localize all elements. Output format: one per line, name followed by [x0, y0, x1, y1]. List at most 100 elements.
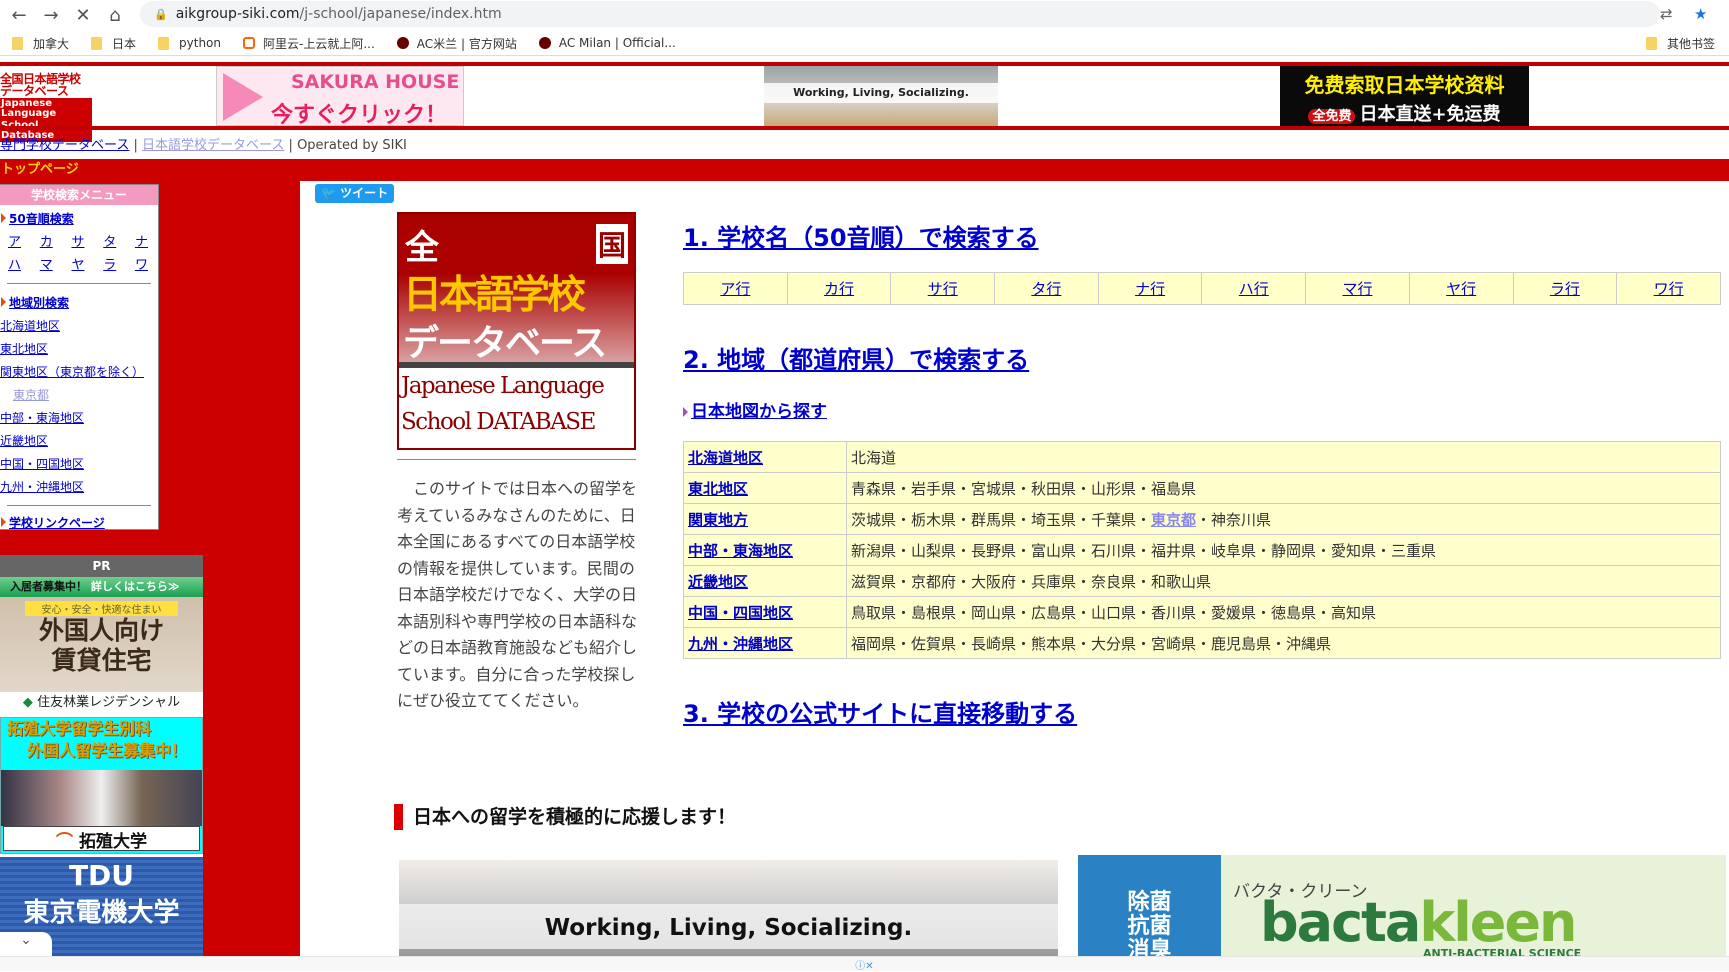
- official-sites-heading[interactable]: 3. 学校の公式サイトに直接移動する: [683, 694, 1077, 729]
- japanese-db-link[interactable]: 日本語学校データベース: [142, 138, 284, 153]
- divider: [397, 459, 636, 460]
- ad1-more: 詳しくはこちら≫: [90, 580, 180, 593]
- region-link[interactable]: 近畿地区: [688, 573, 748, 591]
- logo-en1: Japanese Language: [401, 373, 605, 399]
- folder-icon: [158, 36, 170, 50]
- kana-row-link[interactable]: カ行: [824, 280, 854, 298]
- pr-box: PR 入居者募集中！ 詳しくはこちら≫ 安心・安全・快適な住まい 外国人向け 賃…: [0, 555, 203, 957]
- chevron-down-icon[interactable]: ⌄: [0, 932, 52, 956]
- table-row: 北海道地区 北海道: [683, 441, 1721, 473]
- region-link[interactable]: 東北地区: [688, 480, 748, 498]
- rental-housing-ad[interactable]: 入居者募集中！ 詳しくはこちら≫ 安心・安全・快適な住まい 外国人向け 賃貸住宅…: [0, 577, 203, 714]
- sidebar-region-chubu[interactable]: 中部・東海地区: [0, 409, 158, 426]
- region-link[interactable]: 北海道地区: [688, 449, 763, 467]
- sidebar-region-kyushu[interactable]: 九州・沖縄地区: [0, 478, 158, 495]
- kana-link[interactable]: サ: [71, 231, 84, 250]
- search-by-name-heading[interactable]: 1. 学校名（50音順）で検索する: [683, 218, 1039, 253]
- sidebar-region-kanto[interactable]: 関東地区（東京都を除く）: [0, 363, 158, 380]
- kana-link[interactable]: ワ: [135, 254, 148, 273]
- prefecture-list: 新潟県・山梨県・長野県・富山県・石川県・福井県・岐阜県・静岡県・愛知県・三重県: [846, 534, 1721, 566]
- kana-row-link[interactable]: ナ行: [1135, 280, 1165, 298]
- home-icon[interactable]: ⌂: [102, 5, 128, 26]
- kana-row-link[interactable]: ア行: [720, 280, 750, 298]
- bookmark-label: 其他书签: [1666, 36, 1715, 51]
- bactakleen-banner[interactable]: 除菌 抗菌 消臭 バクタ・クリーン bactakleen ANTI-BACTERIA…: [1078, 855, 1726, 956]
- table-row: 九州・沖縄地区 福岡県・佐賀県・長崎県・熊本県・大分県・宮崎県・鹿児島県・沖縄県: [683, 627, 1721, 659]
- kana-row-link[interactable]: ヤ行: [1446, 280, 1476, 298]
- kana-link[interactable]: カ: [40, 231, 53, 250]
- kana-link[interactable]: ラ: [103, 254, 116, 273]
- kana-row-link[interactable]: タ行: [1031, 280, 1061, 298]
- kana-row-link[interactable]: ハ行: [1239, 280, 1269, 298]
- working-living-banner-large[interactable]: Working, Living, Socializing.: [399, 860, 1058, 956]
- gojuon-search-link[interactable]: 50音順検索: [1, 210, 74, 227]
- prefecture-list: 鳥取県・島根県・岡山県・広島県・山口県・香川県・愛媛県・徳島県・高知県: [846, 596, 1721, 628]
- region-link[interactable]: 関東地方: [688, 511, 748, 529]
- region-table: 北海道地区 北海道 東北地区 青森県・岩手県・宮城県・秋田県・山形県・福島県 関東地…: [683, 441, 1721, 659]
- takushoku-ad[interactable]: 拓殖大学留学生別科 外国人留学生募集中！ ⌒ 拓殖大学: [0, 717, 203, 854]
- kana-link[interactable]: ア: [8, 231, 21, 250]
- operated-by: Operated by SIKI: [297, 138, 407, 153]
- search-menu: 学校検索メニュー 50音順検索 アカサタナ ハマヤラワ 地域別検索 北海道地区 …: [0, 184, 159, 530]
- prefecture-list: 青森県・岩手県・宮城県・秋田県・山形県・福島県: [846, 472, 1721, 504]
- region-link[interactable]: 中部・東海地区: [688, 542, 793, 560]
- bact-side: 抗菌: [1127, 914, 1172, 939]
- kana-link[interactable]: ナ: [135, 231, 148, 250]
- stop-icon[interactable]: ✕: [70, 5, 96, 26]
- sidebar-region-tohoku[interactable]: 東北地区: [0, 340, 158, 357]
- bookmark-item[interactable]: 阿里云-上云就上阿...: [243, 35, 375, 52]
- sakura-house-banner[interactable]: SAKURA HOUSE 今すぐクリック！: [216, 66, 464, 126]
- divider: [7, 505, 151, 506]
- vocational-db-link[interactable]: 専門学校データベース: [0, 138, 129, 153]
- folder-icon: [1645, 36, 1657, 50]
- ad3-abbr: TDU: [68, 859, 135, 892]
- kana-row-link[interactable]: マ行: [1342, 280, 1372, 298]
- kana-link[interactable]: マ: [40, 254, 53, 273]
- other-bookmarks[interactable]: 其他书签: [1645, 35, 1715, 52]
- site-logo[interactable]: 全国日本語学校 データベース Japanese Language School …: [0, 73, 92, 142]
- tokyo-link[interactable]: 東京都: [1151, 511, 1196, 529]
- kana-link[interactable]: タ: [103, 231, 116, 250]
- back-icon[interactable]: ←: [6, 5, 32, 26]
- diamond-icon: ◆: [22, 695, 33, 710]
- kana-row-link[interactable]: ワ行: [1654, 280, 1684, 298]
- tweet-button[interactable]: 🐦 ツイート: [315, 184, 394, 203]
- kana-link[interactable]: ヤ: [71, 254, 84, 273]
- prefs-before: 茨城県・栃木県・群馬県・埼玉県・千葉県・: [851, 510, 1152, 529]
- region-link[interactable]: 中国・四国地区: [688, 604, 793, 622]
- forward-icon[interactable]: →: [38, 5, 64, 26]
- region-search-link[interactable]: 地域別検索: [0, 294, 69, 311]
- school-links-page[interactable]: 学校リンクページ: [1, 514, 105, 531]
- prefecture-list: 福岡県・佐賀県・長崎県・熊本県・大分県・宮崎県・鹿児島県・沖縄県: [846, 627, 1721, 659]
- translate-icon[interactable]: ⇄: [1660, 5, 1673, 23]
- address-bar[interactable]: 🔒 aikgroup-siki.com/j-school/japanese/in…: [140, 1, 1660, 27]
- search-by-region-heading[interactable]: 2. 地域（都道府県）で検索する: [683, 340, 1029, 375]
- prefecture-list: 北海道: [846, 441, 1721, 473]
- ad2-line1: 拓殖大学留学生別科: [7, 719, 152, 738]
- bookmark-item[interactable]: AC Milan | Official...: [538, 36, 676, 50]
- breadcrumb-top[interactable]: トップページ: [1, 162, 79, 177]
- kana-row-link[interactable]: サ行: [928, 280, 958, 298]
- bookmark-item[interactable]: AC米兰 | 官方网站: [396, 35, 517, 52]
- folder-icon: [91, 36, 103, 50]
- breadcrumb: トップページ: [0, 159, 1729, 181]
- japan-map-link[interactable]: 日本地図から探す: [683, 397, 827, 422]
- bookmark-item[interactable]: 日本: [91, 35, 136, 52]
- bookmark-item[interactable]: python: [158, 36, 221, 50]
- region-link[interactable]: 九州・沖縄地区: [688, 635, 793, 653]
- sidebar-region-tokyo[interactable]: 東京都: [0, 386, 158, 403]
- twitter-icon: 🐦: [321, 186, 336, 200]
- sidebar-region-kinki[interactable]: 近畿地区: [0, 432, 158, 449]
- kana-link[interactable]: ハ: [8, 254, 21, 273]
- sidebar-region-hokkaido[interactable]: 北海道地区: [0, 317, 158, 334]
- free-materials-banner[interactable]: 免费索取日本学校资料 全免费 日本直送+免运费: [1280, 66, 1529, 126]
- logo-en-line1: Japanese Language: [0, 98, 92, 120]
- bookmark-item[interactable]: 加拿大: [12, 35, 69, 52]
- logo-db: データベース: [403, 323, 607, 364]
- kana-row-link[interactable]: ラ行: [1550, 280, 1580, 298]
- bookmark-star-icon[interactable]: ★: [1694, 5, 1707, 23]
- working-living-banner[interactable]: Working, Living, Socializing.: [764, 66, 998, 126]
- acmilan-icon: [538, 37, 551, 49]
- sidebar-region-chugoku[interactable]: 中国・四国地区: [0, 455, 158, 472]
- adchoices-icon[interactable]: ⓘ✕: [855, 961, 873, 972]
